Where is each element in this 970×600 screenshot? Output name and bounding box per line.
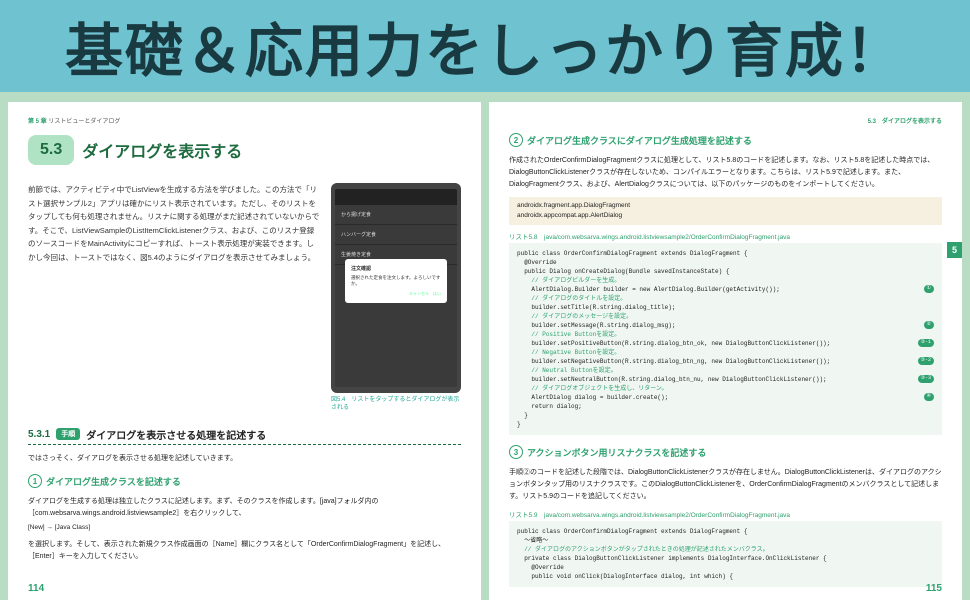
package-box: androidx.fragment.app.DialogFragment and… bbox=[509, 197, 942, 226]
phone-status-bar bbox=[335, 189, 457, 205]
page-header-left: 第 5 章 リストビューとダイアログ bbox=[28, 116, 461, 125]
section-number-badge: 5.3 bbox=[28, 135, 74, 165]
step1-title: ダイアログ生成クラスを記述する bbox=[46, 475, 181, 488]
left-page: 第 5 章 リストビューとダイアログ 5.3 ダイアログを表示する 前節では、ア… bbox=[8, 102, 481, 600]
intro-wrap: 前節では、アクティビティ中でListViewを生成する方法を学びました。この方法… bbox=[28, 183, 461, 413]
phone-dialog: 注文確認 選択された定食を注文します。よろしいですか。 キャンセル はい bbox=[345, 259, 447, 303]
step3-heading: 3 アクションボタン用リスナクラスを記述する bbox=[509, 445, 942, 459]
book-spread: 第 5 章 リストビューとダイアログ 5.3 ダイアログを表示する 前節では、ア… bbox=[0, 92, 970, 600]
chapter-title: リストビューとダイアログ bbox=[48, 119, 120, 125]
section-title: ダイアログを表示する bbox=[82, 138, 242, 162]
banner: 基礎＆応用力をしっかり育成！ bbox=[0, 0, 970, 92]
menu-path: [New] → [Java Class] bbox=[28, 524, 461, 531]
code-listing-5-9: public class OrderConfirmDialogFragment … bbox=[509, 521, 942, 587]
step3-body: 手順②のコードを記述した段階では、DialogButtonClickListen… bbox=[509, 467, 942, 503]
right-page: 5.3 ダイアログを表示する 2 ダイアログ生成クラスにダイアログ生成処理を記述… bbox=[489, 102, 962, 600]
intro-text: 前節では、アクティビティ中でListViewを生成する方法を学びました。この方法… bbox=[28, 183, 321, 413]
step1-body: ダイアログを生成する処理は独立したクラスに記述します。まず、そのクラスを作成しま… bbox=[28, 496, 461, 520]
step1-heading: 1 ダイアログ生成クラスを記述する bbox=[28, 474, 461, 488]
phone-mock: から揚げ定食 ハンバーグ定食 生姜焼き定食 注文確認 選択された定食を注文します… bbox=[331, 183, 461, 393]
code-listing-5-8: public class OrderConfirmDialogFragment … bbox=[509, 243, 942, 435]
page-header-right: 5.3 ダイアログを表示する bbox=[509, 116, 942, 125]
code58-caption: リスト5.8 java/com.websarva.wings.android.l… bbox=[509, 231, 942, 241]
step3-title: アクションボタン用リスナクラスを記述する bbox=[527, 446, 706, 459]
chapter-tab: 5 bbox=[947, 242, 962, 258]
subsection-heading: 5.3.1 手順 ダイアログを表示させる処理を記述する bbox=[28, 427, 461, 445]
dialog-actions: キャンセル はい bbox=[351, 291, 441, 297]
phone-list-item: ハンバーグ定食 bbox=[335, 225, 457, 245]
banner-text: 基礎＆応用力をしっかり育成！ bbox=[65, 4, 905, 88]
step2-title: ダイアログ生成クラスにダイアログ生成処理を記述する bbox=[527, 134, 752, 147]
step-number-icon: 3 bbox=[509, 445, 523, 459]
section-heading: 5.3 ダイアログを表示する bbox=[28, 135, 461, 165]
step1-body-2: を選択します。そして、表示された新規クラス作成画面の［Name］欄にクラス名とし… bbox=[28, 539, 461, 563]
phone-screen: から揚げ定食 ハンバーグ定食 生姜焼き定食 注文確認 選択された定食を注文します… bbox=[335, 189, 457, 387]
step2-body: 作成されたOrderConfirmDialogFragmentクラスに処理として… bbox=[509, 155, 942, 191]
figure-caption: 図5.4 リストをタップするとダイアログが表示される bbox=[331, 397, 461, 413]
code59-caption: リスト5.9 java/com.websarva.wings.android.l… bbox=[509, 509, 942, 519]
dialog-message: 選択された定食を注文します。よろしいですか。 bbox=[351, 275, 441, 287]
dialog-title: 注文確認 bbox=[351, 265, 441, 272]
step-number-icon: 2 bbox=[509, 133, 523, 147]
page-number-left: 114 bbox=[28, 583, 44, 594]
subsection-badge: 手順 bbox=[56, 428, 80, 440]
header-right: 5.3 ダイアログを表示する bbox=[868, 116, 942, 125]
subsection-intro: ではさっそく、ダイアログを表示させる処理を記述していきます。 bbox=[28, 453, 461, 465]
step-number-icon: 1 bbox=[28, 474, 42, 488]
subsection-title: ダイアログを表示させる処理を記述する bbox=[86, 427, 266, 442]
step2-heading: 2 ダイアログ生成クラスにダイアログ生成処理を記述する bbox=[509, 133, 942, 147]
chapter-number: 第 5 章 bbox=[28, 119, 47, 125]
page-number-right: 115 bbox=[926, 583, 942, 594]
phone-list-item: から揚げ定食 bbox=[335, 205, 457, 225]
subsection-number: 5.3.1 bbox=[28, 429, 50, 440]
phone-column: から揚げ定食 ハンバーグ定食 生姜焼き定食 注文確認 選択された定食を注文します… bbox=[331, 183, 461, 413]
